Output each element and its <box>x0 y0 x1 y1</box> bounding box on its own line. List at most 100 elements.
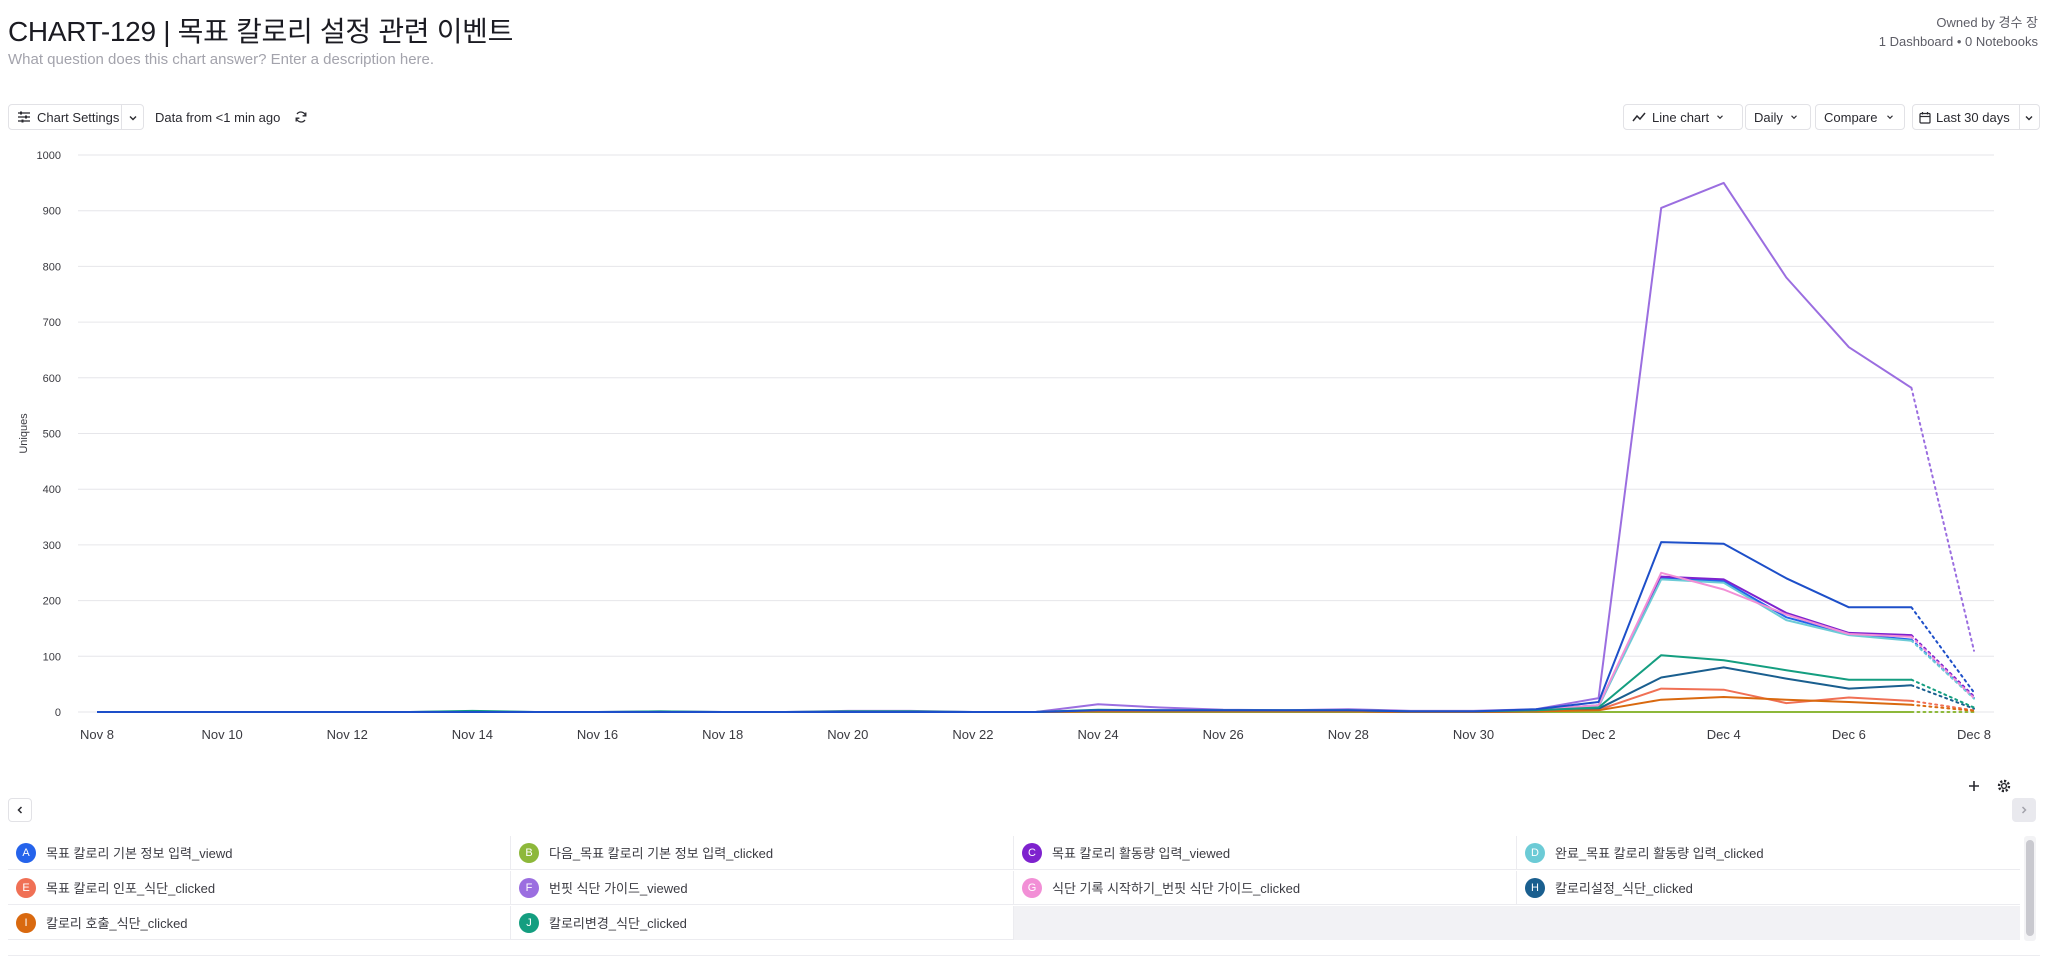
plus-icon <box>1968 780 1980 792</box>
series-partial-line-G <box>1910 635 1975 700</box>
legend-item-f[interactable]: F 번핏 식단 가이드_viewed <box>511 871 1014 905</box>
legend-label: 칼로리 호출_식단_clicked <box>46 916 188 931</box>
line-chart-icon <box>1632 111 1646 123</box>
y-tick-label: 600 <box>43 373 61 385</box>
series-badge: B <box>519 842 539 863</box>
y-tick-label: 400 <box>43 484 61 496</box>
date-range-label: Last 30 days <box>1936 109 2010 125</box>
series-partial-line-C <box>1910 634 1975 698</box>
legend-item-g[interactable]: G 식단 기록 시작하기_번핏 식단 가이드_clicked <box>1014 871 1517 905</box>
x-tick-label: Nov 30 <box>1453 727 1494 742</box>
chevron-down-icon <box>1885 112 1895 122</box>
series-badge: I <box>16 912 36 933</box>
legend-label: 다음_목표 칼로리 기본 정보 입력_clicked <box>549 846 774 861</box>
owner-label[interactable]: Owned by 경수 장 <box>1879 13 2038 32</box>
series-badge: F <box>519 877 539 898</box>
date-range-dropdown[interactable]: Last 30 days <box>1912 104 2040 130</box>
chart-settings-gear-button[interactable] <box>1992 774 2016 798</box>
series-line-E <box>97 687 1912 713</box>
series-badge: D <box>1525 842 1545 863</box>
compare-label: Compare <box>1824 109 1878 125</box>
chevron-right-icon <box>2019 805 2029 815</box>
y-axis-label: Uniques <box>18 413 30 454</box>
x-tick-label: Dec 4 <box>1707 727 1741 742</box>
y-tick-label: 900 <box>43 206 61 218</box>
series-partial-line-F <box>1910 386 1975 652</box>
legend-label: 목표 칼로리 기본 정보 입력_viewd <box>46 846 233 861</box>
legend-next-button[interactable] <box>2012 798 2036 822</box>
series-badge: C <box>1022 842 1042 863</box>
series-badge: G <box>1022 877 1042 898</box>
y-tick-label: 800 <box>43 261 61 273</box>
legend-label: 칼로리변경_식단_clicked <box>549 916 687 931</box>
legend-item-b[interactable]: B 다음_목표 칼로리 기본 정보 입력_clicked <box>511 836 1014 870</box>
scrollbar-thumb[interactable] <box>2026 840 2034 936</box>
legend-label: 칼로리설정_식단_clicked <box>1555 881 1693 896</box>
dashboard-notebook-count[interactable]: 1 Dashboard • 0 Notebooks <box>1879 32 2038 51</box>
chevron-down-icon <box>1789 112 1799 122</box>
legend-prev-button[interactable] <box>8 798 32 822</box>
interval-dropdown[interactable]: Daily <box>1745 104 1811 130</box>
legend-label: 목표 칼로리 인포_식단_clicked <box>46 881 216 896</box>
y-tick-label: 0 <box>55 707 61 719</box>
legend-item-c[interactable]: C 목표 칼로리 활동량 입력_viewed <box>1014 836 1517 870</box>
y-tick-label: 300 <box>43 540 61 552</box>
chart-settings-button[interactable]: Chart Settings <box>8 104 144 130</box>
series-line-A2 <box>97 541 1912 713</box>
chart-header: CHART-129 | 목표 칼로리 설정 관련 이벤트 What questi… <box>8 8 2040 78</box>
legend-item-e[interactable]: E 목표 칼로리 인포_식단_clicked <box>8 871 511 905</box>
series-line-I <box>97 696 1912 713</box>
chart-description[interactable]: What question does this chart answer? En… <box>8 51 434 68</box>
series-badge: E <box>16 877 36 898</box>
chevron-down-icon[interactable] <box>127 112 139 124</box>
line-chart-svg: 0 100 200 300 400 500 600 700 800 900 1000 Uniques N… <box>18 150 1994 742</box>
x-tick-label: Nov 20 <box>827 727 868 742</box>
chevron-down-icon <box>1715 112 1725 122</box>
x-tick-label: Nov 24 <box>1077 727 1118 742</box>
x-tick-label: Nov 28 <box>1328 727 1369 742</box>
refresh-icon[interactable] <box>292 104 310 130</box>
compare-dropdown[interactable]: Compare <box>1815 104 1905 130</box>
x-tick-label: Nov 18 <box>702 727 743 742</box>
divider <box>8 955 2040 956</box>
legend-label: 완료_목표 칼로리 활동량 입력_clicked <box>1555 846 1764 861</box>
legend-scrollbar[interactable] <box>2024 836 2036 941</box>
series-partial-line-D <box>1910 639 1975 700</box>
chart-settings-label: Chart Settings <box>37 109 120 125</box>
y-tick-label: 100 <box>43 651 61 663</box>
x-tick-label: Nov 26 <box>1203 727 1244 742</box>
series-partial-line-E <box>1910 699 1975 712</box>
series-badge: H <box>1525 877 1545 898</box>
legend-item-i[interactable]: I 칼로리 호출_식단_clicked <box>8 906 511 940</box>
gear-icon <box>1996 778 2012 794</box>
series-partial-line-J <box>1910 678 1975 709</box>
y-tick-label: 1000 <box>37 150 61 162</box>
x-tick-label: Nov 10 <box>202 727 243 742</box>
series-line-G <box>97 571 1912 713</box>
sliders-icon <box>17 110 31 124</box>
line-chart: 0 100 200 300 400 500 600 700 800 900 1000 Uniques N… <box>0 140 2048 760</box>
chevron-down-icon[interactable] <box>2023 112 2035 124</box>
legend-item-h[interactable]: H 칼로리설정_식단_clicked <box>1517 871 2020 905</box>
x-tick-label: Nov 8 <box>80 727 114 742</box>
legend-item-a[interactable]: A 목표 칼로리 기본 정보 입력_viewd <box>8 836 511 870</box>
x-tick-label: Dec 2 <box>1582 727 1616 742</box>
x-tick-label: Nov 12 <box>327 727 368 742</box>
legend-label: 목표 칼로리 활동량 입력_viewed <box>1052 846 1231 861</box>
x-tick-label: Nov 22 <box>952 727 993 742</box>
page-title[interactable]: CHART-129 | 목표 칼로리 설정 관련 이벤트 <box>8 10 513 50</box>
series-badge: J <box>519 912 539 933</box>
data-freshness: Data from <1 min ago <box>155 109 281 125</box>
owner-info: Owned by 경수 장 1 Dashboard • 0 Notebooks <box>1879 13 2038 51</box>
x-tick-label: Nov 16 <box>577 727 618 742</box>
add-button[interactable] <box>1962 774 1986 798</box>
legend-empty-area <box>1014 906 2020 940</box>
legend-label: 번핏 식단 가이드_viewed <box>549 881 688 896</box>
legend-item-d[interactable]: D 완료_목표 칼로리 활동량 입력_clicked <box>1517 836 2020 870</box>
chart-type-dropdown[interactable]: Line chart <box>1623 104 1743 130</box>
legend-label: 식단 기록 시작하기_번핏 식단 가이드_clicked <box>1052 881 1301 896</box>
interval-label: Daily <box>1754 109 1783 125</box>
series-line-F <box>97 181 1912 713</box>
series-legend: A 목표 칼로리 기본 정보 입력_viewd B 다음_목표 칼로리 기본 정보 입… <box>8 836 2020 941</box>
legend-item-j[interactable]: J 칼로리변경_식단_clicked <box>511 906 1014 940</box>
